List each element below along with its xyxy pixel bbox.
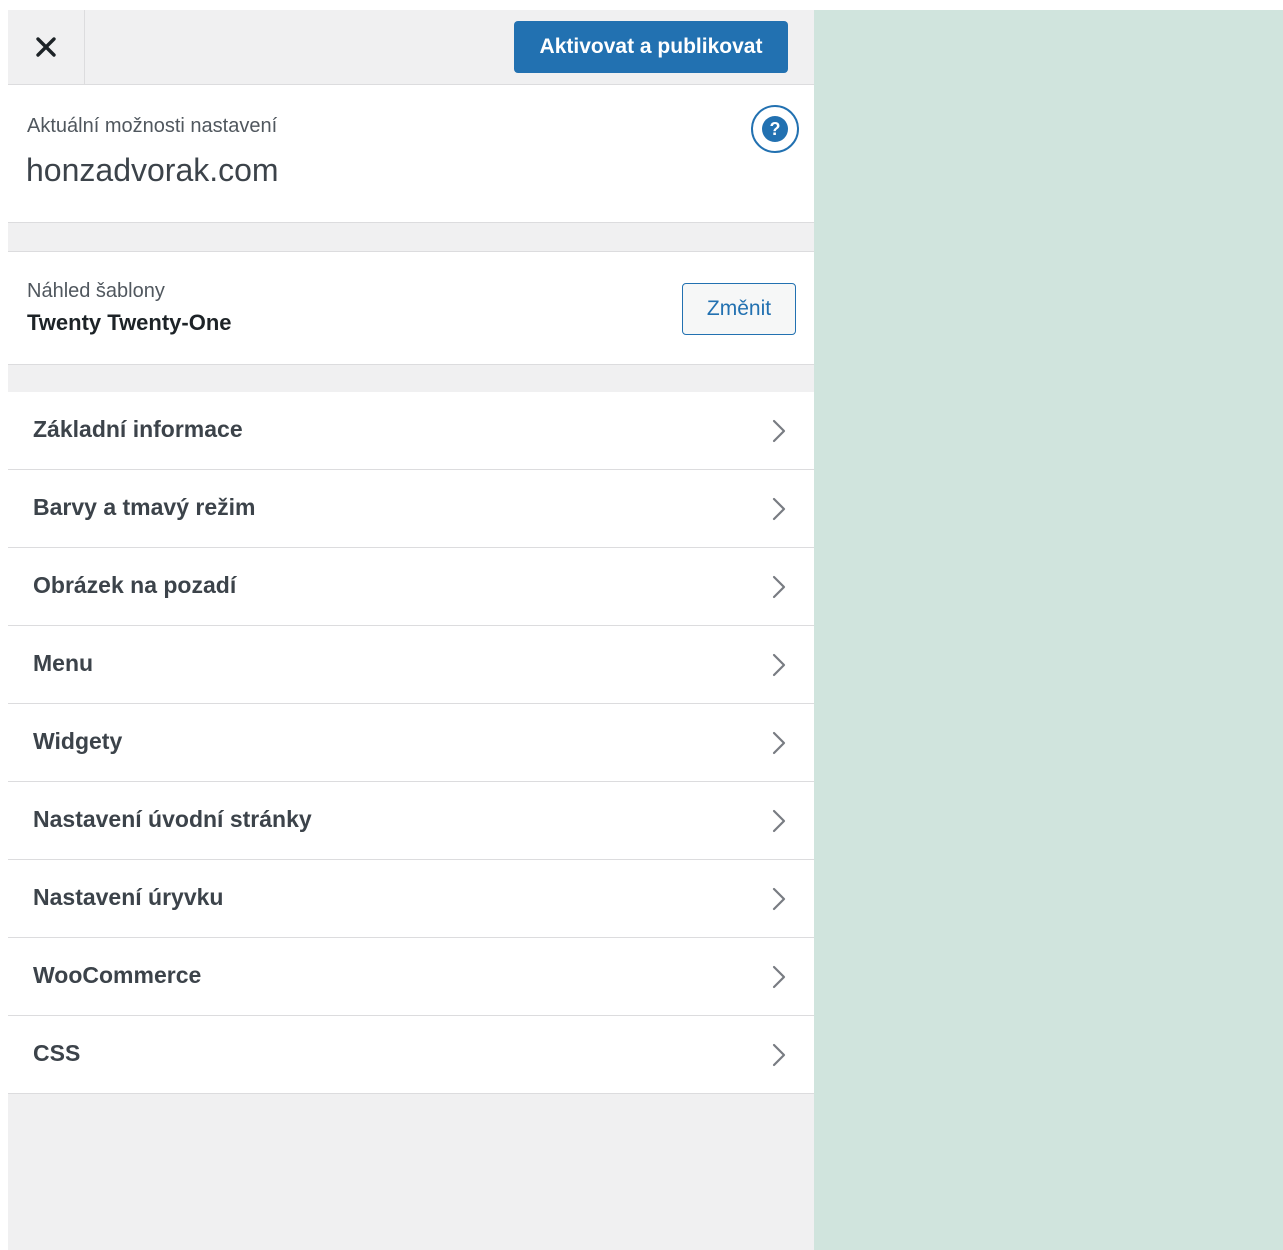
- menu-item-obr-zek-na-pozad[interactable]: Obrázek na pozadí: [8, 548, 814, 626]
- chevron-right-icon: [772, 965, 786, 989]
- customizer-header: Aktivovat a publikovat: [8, 10, 814, 85]
- chevron-right-icon: [772, 653, 786, 677]
- site-title: honzadvorak.com: [26, 152, 279, 188]
- chevron-right-icon: [772, 419, 786, 443]
- menu-item-label: Menu: [33, 650, 94, 676]
- menu-item-nastaven-vodn-str-nky[interactable]: Nastavení úvodní stránky: [8, 782, 814, 860]
- chevron-right-icon: [772, 887, 786, 911]
- menu-item-css[interactable]: CSS: [8, 1016, 814, 1094]
- customizer-sidebar: Aktivovat a publikovat Aktuální možnosti…: [8, 10, 814, 1250]
- menu-item-label: Obrázek na pozadí: [33, 572, 237, 598]
- close-icon: [36, 37, 56, 57]
- chevron-right-icon: [772, 575, 786, 599]
- menu-item-z-kladn-informace[interactable]: Základní informace: [8, 392, 814, 470]
- menu-item-label: Widgety: [33, 728, 123, 754]
- chevron-right-icon: [772, 497, 786, 521]
- customizer-page: Aktivovat a publikovat Aktuální možnosti…: [0, 0, 1283, 1250]
- info-label: Aktuální možnosti nastavení: [27, 115, 278, 137]
- theme-name: Twenty Twenty-One: [27, 310, 232, 335]
- site-preview: [814, 10, 1283, 1250]
- menu-item-nastaven-ryvku[interactable]: Nastavení úryvku: [8, 860, 814, 938]
- help-button[interactable]: ?: [751, 105, 799, 153]
- menu-item-label: Základní informace: [33, 416, 243, 442]
- menu-item-label: WooCommerce: [33, 962, 202, 988]
- menu-item-barvy-a-tmav-re-im[interactable]: Barvy a tmavý režim: [8, 470, 814, 548]
- customizer-menu-list: Základní informace Barvy a tmavý režim Obr…: [8, 392, 814, 1094]
- theme-preview-label: Náhled šablony: [27, 280, 165, 302]
- menu-item-menu[interactable]: Menu: [8, 626, 814, 704]
- help-icon: ?: [762, 116, 788, 142]
- menu-item-woocommerce[interactable]: WooCommerce: [8, 938, 814, 1016]
- close-button[interactable]: [8, 10, 85, 84]
- menu-item-label: CSS: [33, 1040, 81, 1066]
- menu-item-label: Barvy a tmavý režim: [33, 494, 256, 520]
- menu-item-label: Nastavení úvodní stránky: [33, 806, 312, 832]
- chevron-right-icon: [772, 731, 786, 755]
- change-theme-button[interactable]: Změnit: [682, 283, 796, 335]
- chevron-right-icon: [772, 1043, 786, 1067]
- menu-item-label: Nastavení úryvku: [33, 884, 224, 910]
- menu-item-widgety[interactable]: Widgety: [8, 704, 814, 782]
- activate-publish-button[interactable]: Aktivovat a publikovat: [514, 21, 788, 73]
- chevron-right-icon: [772, 809, 786, 833]
- theme-section: Náhled šablony Twenty Twenty-One Změnit: [8, 251, 814, 365]
- customizer-info-section: Aktuální možnosti nastavení honzadvorak.…: [8, 85, 814, 223]
